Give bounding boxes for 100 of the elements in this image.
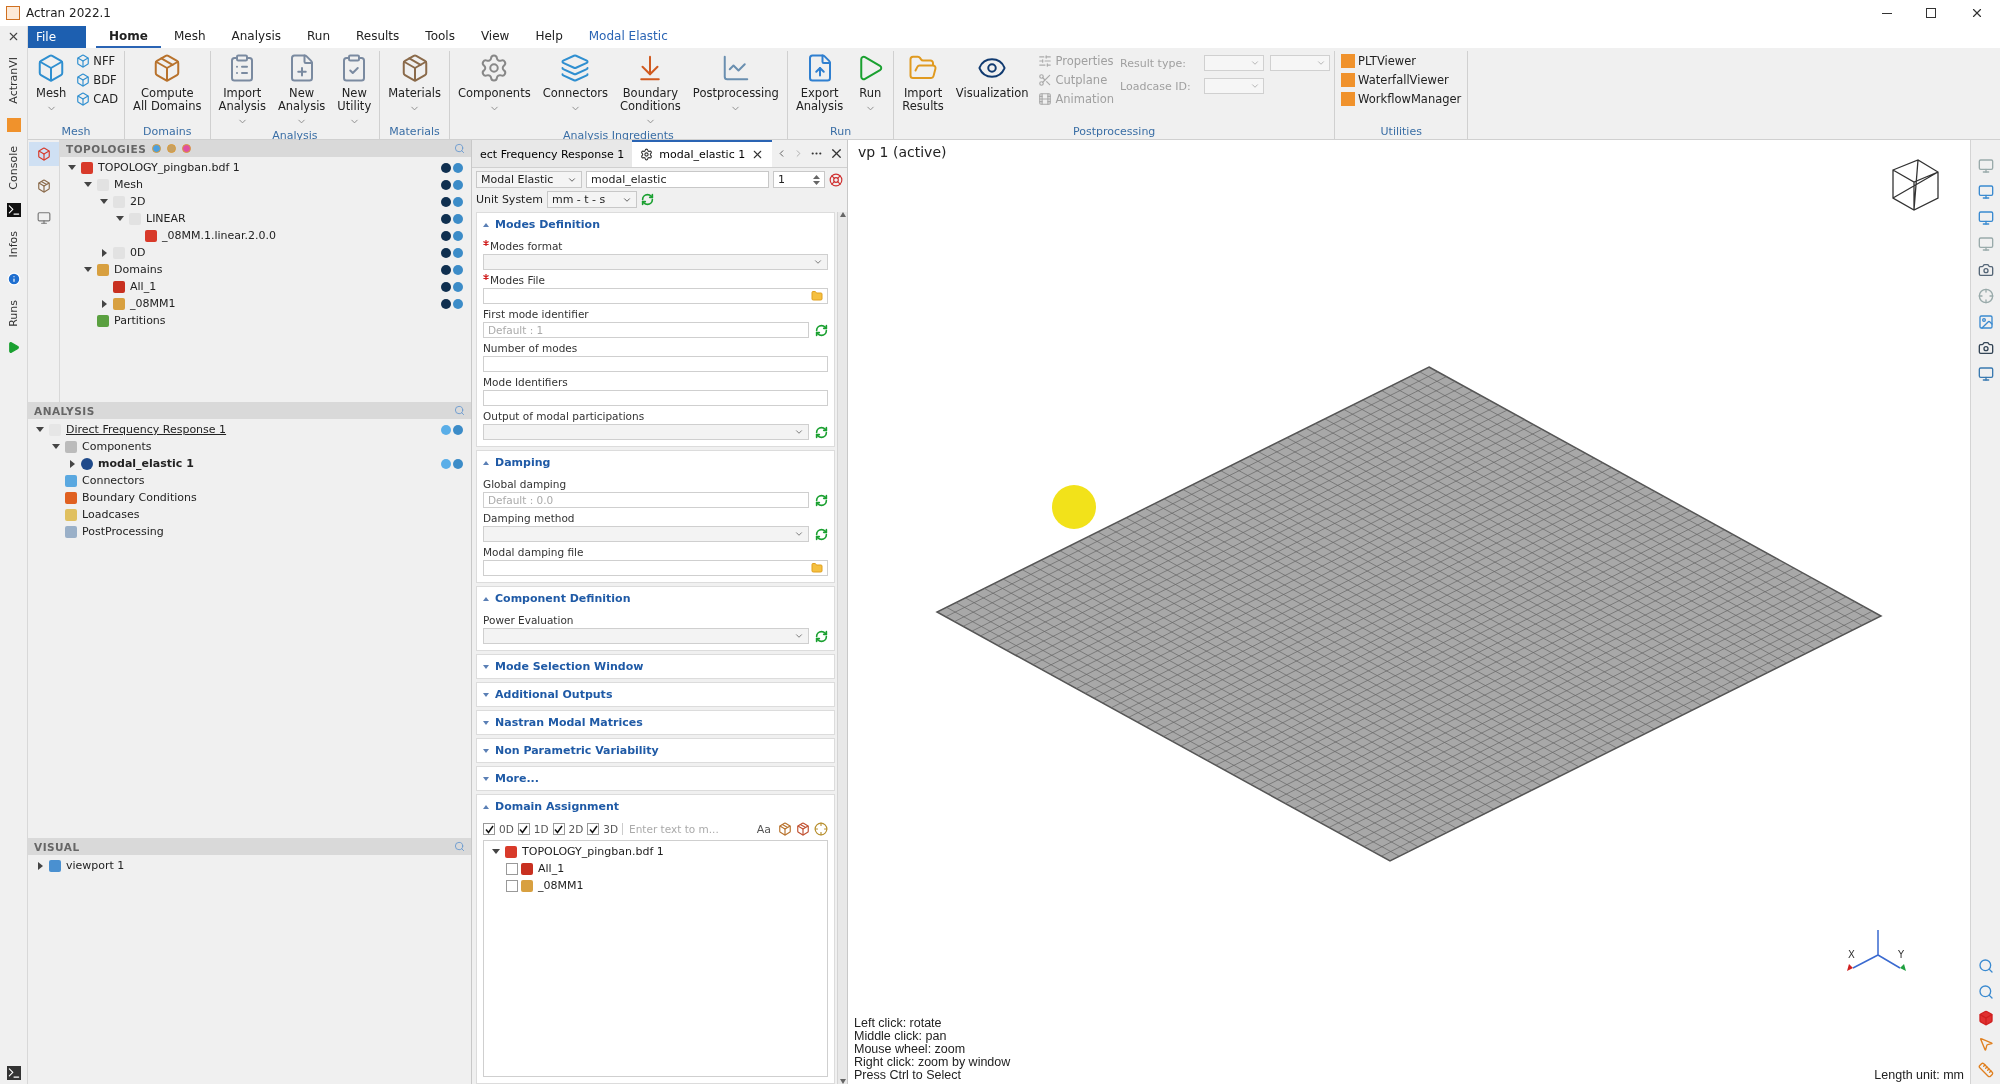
match-case-button[interactable]: Aa xyxy=(753,822,774,836)
tree-item[interactable]: Boundary Conditions xyxy=(82,491,197,504)
checkbox[interactable] xyxy=(587,823,600,835)
file-field[interactable] xyxy=(483,560,828,576)
tree-item[interactable]: 2D xyxy=(130,195,146,208)
ribbon-button[interactable]: New Analysis xyxy=(273,51,330,129)
dropdown-field[interactable] xyxy=(1204,55,1265,71)
expand-arrow-icon[interactable] xyxy=(492,849,500,854)
visibility-icon[interactable] xyxy=(441,213,463,224)
ribbon-tab[interactable]: View xyxy=(467,26,523,48)
expand-arrow-icon[interactable] xyxy=(36,427,44,432)
close-icon[interactable] xyxy=(1970,6,1984,20)
ruler-icon[interactable] xyxy=(1977,1062,1994,1078)
expand-arrow-icon[interactable] xyxy=(101,299,107,308)
ribbon-button[interactable]: NFF xyxy=(74,53,121,69)
ribbon-tab[interactable]: Results xyxy=(343,26,413,48)
file-field[interactable] xyxy=(483,288,828,304)
tree-item[interactable]: LINEAR xyxy=(146,212,186,225)
ribbon-tab[interactable]: Tools xyxy=(412,26,468,48)
number-spinner[interactable]: 1 xyxy=(773,171,825,188)
tree-item[interactable]: Loadcases xyxy=(82,508,140,521)
ribbon-button[interactable]: Run xyxy=(851,51,890,116)
camera-icon[interactable] xyxy=(1977,262,1994,278)
minimize-icon[interactable] xyxy=(1882,12,1892,14)
expand-arrow-icon[interactable] xyxy=(101,248,107,257)
cube-icon[interactable] xyxy=(1977,1010,1994,1026)
input-field[interactable] xyxy=(483,390,828,406)
section-header[interactable]: Damping xyxy=(483,451,828,474)
ribbon-button[interactable]: Export Analysis xyxy=(791,51,848,115)
expand-arrow-icon[interactable] xyxy=(68,165,76,170)
ribbon-button[interactable]: WorkflowManager xyxy=(1339,91,1464,107)
camera-icon[interactable] xyxy=(1977,340,1994,356)
refresh-icon[interactable] xyxy=(640,193,654,206)
visibility-icon[interactable] xyxy=(441,179,463,190)
scroll-up-icon[interactable] xyxy=(839,212,846,217)
restore-icon[interactable] xyxy=(1926,8,1936,18)
input-field[interactable] xyxy=(483,356,828,372)
side-tab[interactable]: Console xyxy=(7,145,20,190)
spinner-arrows-icon[interactable] xyxy=(813,174,820,185)
ribbon-button[interactable]: Import Analysis xyxy=(214,51,270,129)
refresh-icon[interactable] xyxy=(815,629,828,643)
close-icon[interactable] xyxy=(7,30,20,43)
monitor-icon[interactable] xyxy=(1977,210,1994,226)
tree-item[interactable]: _08MM1 xyxy=(130,297,176,310)
search-icon[interactable] xyxy=(1977,984,1994,1000)
ribbon-button[interactable]: Postprocessing xyxy=(688,51,783,116)
refresh-icon[interactable] xyxy=(815,425,828,439)
editor-tab[interactable]: modal_elastic 1 xyxy=(632,140,773,167)
dropdown-field[interactable] xyxy=(483,526,809,542)
unit-dropdown[interactable]: mm - t - s xyxy=(546,191,637,208)
dropdown-field[interactable] xyxy=(483,424,809,440)
tree-item[interactable]: All_1 xyxy=(538,862,565,875)
scrollbar[interactable] xyxy=(837,212,847,1084)
side-tab[interactable]: ActranVI xyxy=(7,57,20,104)
expand-arrow-icon[interactable] xyxy=(100,199,108,204)
tree-item[interactable]: PostProcessing xyxy=(82,525,164,538)
visibility-icon[interactable] xyxy=(441,264,463,275)
expand-arrow-icon[interactable] xyxy=(84,182,92,187)
dropdown-field[interactable] xyxy=(483,254,828,270)
tree-item[interactable]: modal_elastic 1 xyxy=(98,457,194,470)
tree-item[interactable]: _08MM.1.linear.2.0.0 xyxy=(162,229,277,242)
box-icon[interactable] xyxy=(778,822,792,836)
ribbon-tab[interactable]: Help xyxy=(522,26,576,48)
ribbon-button[interactable]: Visualization xyxy=(951,51,1033,102)
checkbox[interactable] xyxy=(552,823,565,835)
refresh-icon[interactable] xyxy=(815,527,828,541)
tree-item[interactable]: 0D xyxy=(130,246,146,259)
checkbox[interactable] xyxy=(517,823,530,835)
section-header[interactable]: Domain Assignment xyxy=(483,795,828,818)
pointer-icon[interactable] xyxy=(1977,1036,1994,1052)
ribbon-button[interactable]: Components xyxy=(453,51,535,116)
ribbon-button[interactable]: Compute All Domains xyxy=(129,51,206,115)
tree-item[interactable]: All_1 xyxy=(130,280,157,293)
monitor-icon[interactable] xyxy=(1977,184,1994,200)
ribbon-tab[interactable]: Run xyxy=(294,26,343,48)
ribbon-button[interactable]: WaterfallViewer xyxy=(1339,72,1464,88)
visibility-icon[interactable] xyxy=(441,281,463,292)
side-tab[interactable]: Runs xyxy=(7,299,20,327)
expand-arrow-icon[interactable] xyxy=(52,444,60,449)
ribbon-button[interactable]: Import Results xyxy=(898,51,948,115)
ribbon-button[interactable]: Mesh xyxy=(32,51,71,116)
file-menu-button[interactable]: File xyxy=(28,26,86,48)
ribbon-button[interactable]: Materials xyxy=(384,51,445,116)
expand-arrow-icon[interactable] xyxy=(116,216,124,221)
tree-item[interactable]: Domains xyxy=(114,263,163,276)
ribbon-button[interactable]: BDF xyxy=(74,72,121,88)
section-header[interactable]: Modes Definition xyxy=(483,213,828,236)
ribbon-tab[interactable]: Mesh xyxy=(160,26,219,48)
checkbox[interactable] xyxy=(506,862,518,875)
refresh-icon[interactable] xyxy=(815,323,828,337)
ribbon-button[interactable]: CAD xyxy=(74,91,121,107)
refresh-icon[interactable] xyxy=(815,493,828,507)
type-dropdown[interactable]: Modal Elastic xyxy=(476,171,582,188)
visibility-icon[interactable] xyxy=(441,230,463,241)
tree-item[interactable]: _08MM1 xyxy=(538,879,584,892)
crosshair-icon[interactable] xyxy=(1977,288,1994,304)
tree-item[interactable]: Components xyxy=(82,440,152,453)
editor-tab[interactable]: ect Frequency Response 1 xyxy=(472,140,633,167)
tree-item[interactable]: Partitions xyxy=(114,314,166,327)
ribbon-button[interactable]: PLTViewer xyxy=(1339,53,1464,69)
